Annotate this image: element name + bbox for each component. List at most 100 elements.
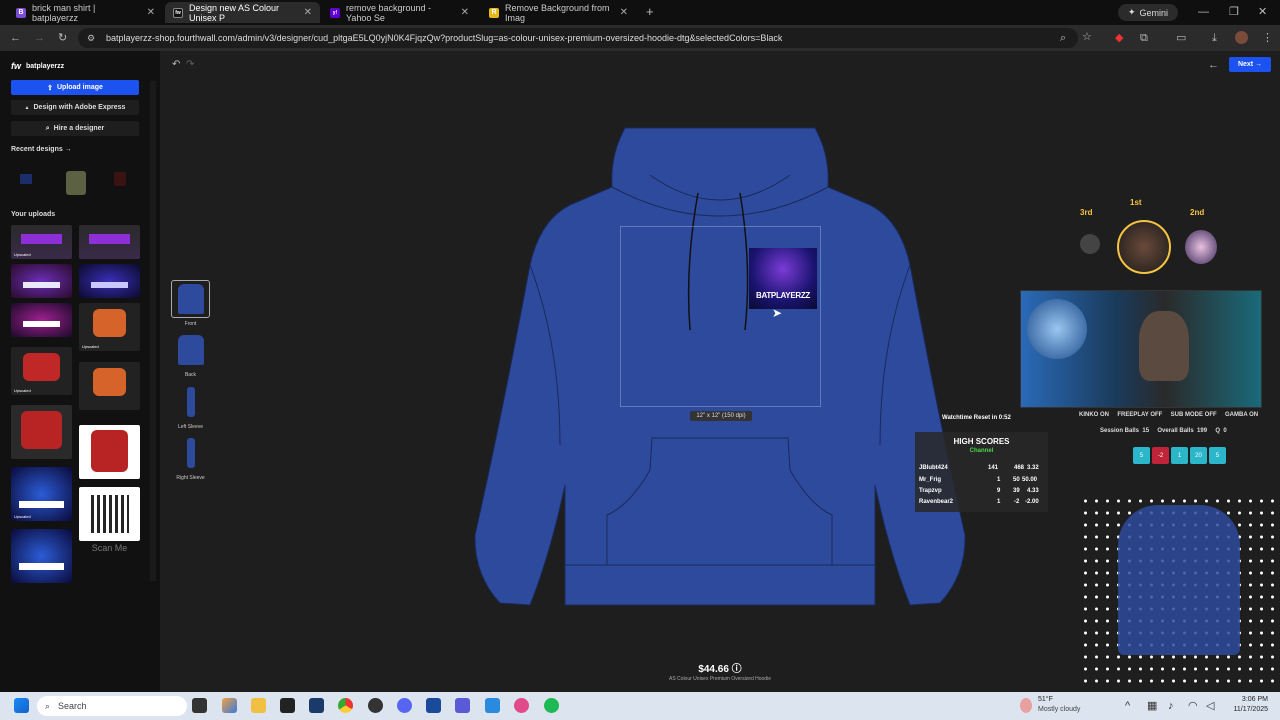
plinko-hoodie-image — [1118, 505, 1240, 655]
url-text: batplayerzz-shop.fourthwall.com/admin/v3… — [106, 33, 783, 43]
weather-desc[interactable]: Mostly cloudy — [1038, 706, 1080, 713]
upload-image-button[interactable]: ⇪ Upload image — [11, 80, 139, 95]
adobe-label: Design with Adobe Express — [33, 104, 126, 111]
forward-icon[interactable]: → — [34, 31, 45, 45]
extension-icon[interactable]: ◆ — [1115, 31, 1123, 45]
tab-1[interactable]: B brick man shirt | batplayerzz ✕ — [8, 2, 163, 23]
epic-games-icon[interactable] — [280, 698, 295, 713]
upload-thumb[interactable] — [79, 362, 140, 410]
copilot-icon[interactable] — [222, 698, 237, 713]
close-tab-icon[interactable]: ✕ — [147, 7, 155, 18]
app-icon[interactable] — [426, 698, 441, 713]
recent-design-thumb[interactable] — [12, 166, 40, 194]
sidebar-scrollbar[interactable] — [150, 81, 156, 581]
placed-design-image[interactable]: BATPLAYERZZ — [749, 248, 817, 309]
network-icon[interactable]: ▦ — [1147, 699, 1157, 713]
tray-chevron-icon[interactable]: ^ — [1125, 699, 1130, 713]
upload-thumb[interactable]: Upscaled — [79, 303, 140, 351]
new-tab-icon[interactable]: + — [646, 5, 654, 19]
upload-thumb[interactable]: Upscaled — [11, 467, 72, 521]
session-stats: Session Balls 15 Overall Balls 199 Q 0 — [1100, 428, 1227, 434]
upload-thumb[interactable] — [11, 529, 72, 583]
upload-thumb[interactable]: Upscaled — [11, 347, 72, 395]
view-right-sleeve[interactable]: Right Sleeve — [171, 434, 210, 481]
bet-chip: -2 — [1152, 447, 1169, 464]
site-info-icon[interactable]: ⚙ — [87, 31, 95, 45]
gemini-button[interactable]: ✦ Gemini — [1118, 4, 1178, 21]
minimize-icon[interactable]: — — [1198, 5, 1209, 19]
zoom-icon[interactable]: ⌕ — [1060, 31, 1066, 45]
rank-3rd-avatar — [1080, 234, 1100, 254]
qr-code-icon — [90, 495, 129, 533]
print-area-size-label: 12" x 12" (150 dpi) — [690, 411, 752, 421]
hoodie-back-icon — [177, 335, 204, 365]
upload-thumb[interactable] — [11, 264, 72, 298]
score-value: 468 — [1014, 465, 1025, 471]
url-bar[interactable]: ⚙ batplayerzz-shop.fourthwall.com/admin/… — [78, 28, 1078, 48]
watchtime-label: Watchtime Reset in 0:52 — [942, 415, 1011, 421]
discord-icon[interactable] — [397, 698, 412, 713]
wifi-icon[interactable]: ◠ — [1188, 699, 1198, 713]
upload-thumb[interactable] — [79, 225, 140, 259]
app-icon[interactable] — [514, 698, 529, 713]
search-icon: ⌕ — [45, 700, 51, 711]
upload-thumb[interactable]: Upscaled — [11, 225, 72, 259]
windows-start-icon[interactable] — [14, 698, 29, 713]
menu-kebab-icon[interactable]: ⋮ — [1262, 31, 1273, 45]
clock-date[interactable]: 11/17/2025 — [1224, 706, 1268, 713]
weather-temp[interactable]: 51°F — [1038, 696, 1053, 703]
upload-thumb-qr[interactable] — [79, 487, 140, 541]
back-arrow-icon[interactable]: ← — [1208, 58, 1219, 72]
close-tab-icon[interactable]: ✕ — [304, 7, 312, 18]
volume-icon[interactable]: ◁ — [1206, 699, 1214, 713]
tab-4[interactable]: R Remove Background from Imag ✕ — [481, 2, 636, 23]
tab-3[interactable]: y! remove background - Yahoo Se ✕ — [322, 2, 477, 23]
close-tab-icon[interactable]: ✕ — [461, 7, 469, 18]
hire-designer-button[interactable]: ⌕ Hire a designer — [11, 121, 139, 136]
file-explorer-icon[interactable] — [251, 698, 266, 713]
view-label: Front — [184, 321, 197, 327]
task-view-icon[interactable] — [192, 698, 207, 713]
microphone-icon[interactable]: ♪ — [1168, 699, 1174, 713]
windows-taskbar: ⌕ Search 51°F Mostly cloudy ^ ▦ ♪ ◠ ◁ 3:0… — [0, 692, 1280, 720]
steam-icon[interactable] — [309, 698, 324, 713]
brand-header: fw batplayerzz — [11, 61, 64, 71]
upload-thumb[interactable] — [11, 405, 72, 459]
redo-icon[interactable]: ↷ — [186, 58, 194, 72]
spotify-icon[interactable] — [544, 698, 559, 713]
upload-thumb[interactable] — [79, 264, 140, 298]
upload-thumb[interactable] — [79, 425, 140, 479]
close-tab-icon[interactable]: ✕ — [620, 7, 628, 18]
recent-designs-link[interactable]: Recent designs → — [11, 146, 72, 153]
view-left-sleeve[interactable]: Left Sleeve — [171, 383, 210, 430]
recent-design-thumb[interactable] — [106, 166, 134, 194]
download-icon[interactable]: ⤓ — [1212, 31, 1217, 45]
clock-time[interactable]: 3:06 PM — [1232, 696, 1268, 703]
upload-thumb[interactable] — [11, 303, 72, 337]
next-button[interactable]: Next → — [1229, 57, 1271, 72]
back-icon[interactable]: ← — [10, 31, 21, 45]
rank-2nd-avatar — [1185, 230, 1217, 264]
cast-icon[interactable]: ▭ — [1176, 31, 1186, 45]
obs-icon[interactable] — [368, 698, 383, 713]
chrome-icon[interactable] — [338, 698, 353, 713]
extensions-puzzle-icon[interactable]: ⧉ — [1140, 31, 1148, 45]
close-window-icon[interactable]: ✕ — [1258, 5, 1267, 19]
undo-icon[interactable]: ↶ — [172, 58, 180, 72]
reload-icon[interactable]: ↻ — [58, 31, 67, 45]
score-name: Ravenbear2 — [919, 499, 954, 505]
tab-2[interactable]: fw Design new AS Colour Unisex P ✕ — [165, 2, 320, 23]
taskbar-search[interactable]: ⌕ Search — [37, 696, 187, 716]
score-value: 50 — [1013, 477, 1020, 483]
bookmark-star-icon[interactable]: ☆ — [1082, 30, 1092, 44]
view-label: Back — [184, 372, 197, 378]
recent-design-thumb[interactable] — [58, 166, 92, 200]
upscaled-badge: Upscaled — [14, 252, 31, 257]
maximize-icon[interactable]: ❐ — [1229, 5, 1239, 19]
profile-avatar[interactable] — [1235, 31, 1248, 44]
app-icon[interactable] — [485, 698, 500, 713]
view-back[interactable]: Back — [171, 331, 210, 378]
adobe-express-button[interactable]: ▲ Design with Adobe Express — [11, 100, 139, 115]
teams-icon[interactable] — [455, 698, 470, 713]
view-front[interactable]: Front — [171, 280, 210, 327]
